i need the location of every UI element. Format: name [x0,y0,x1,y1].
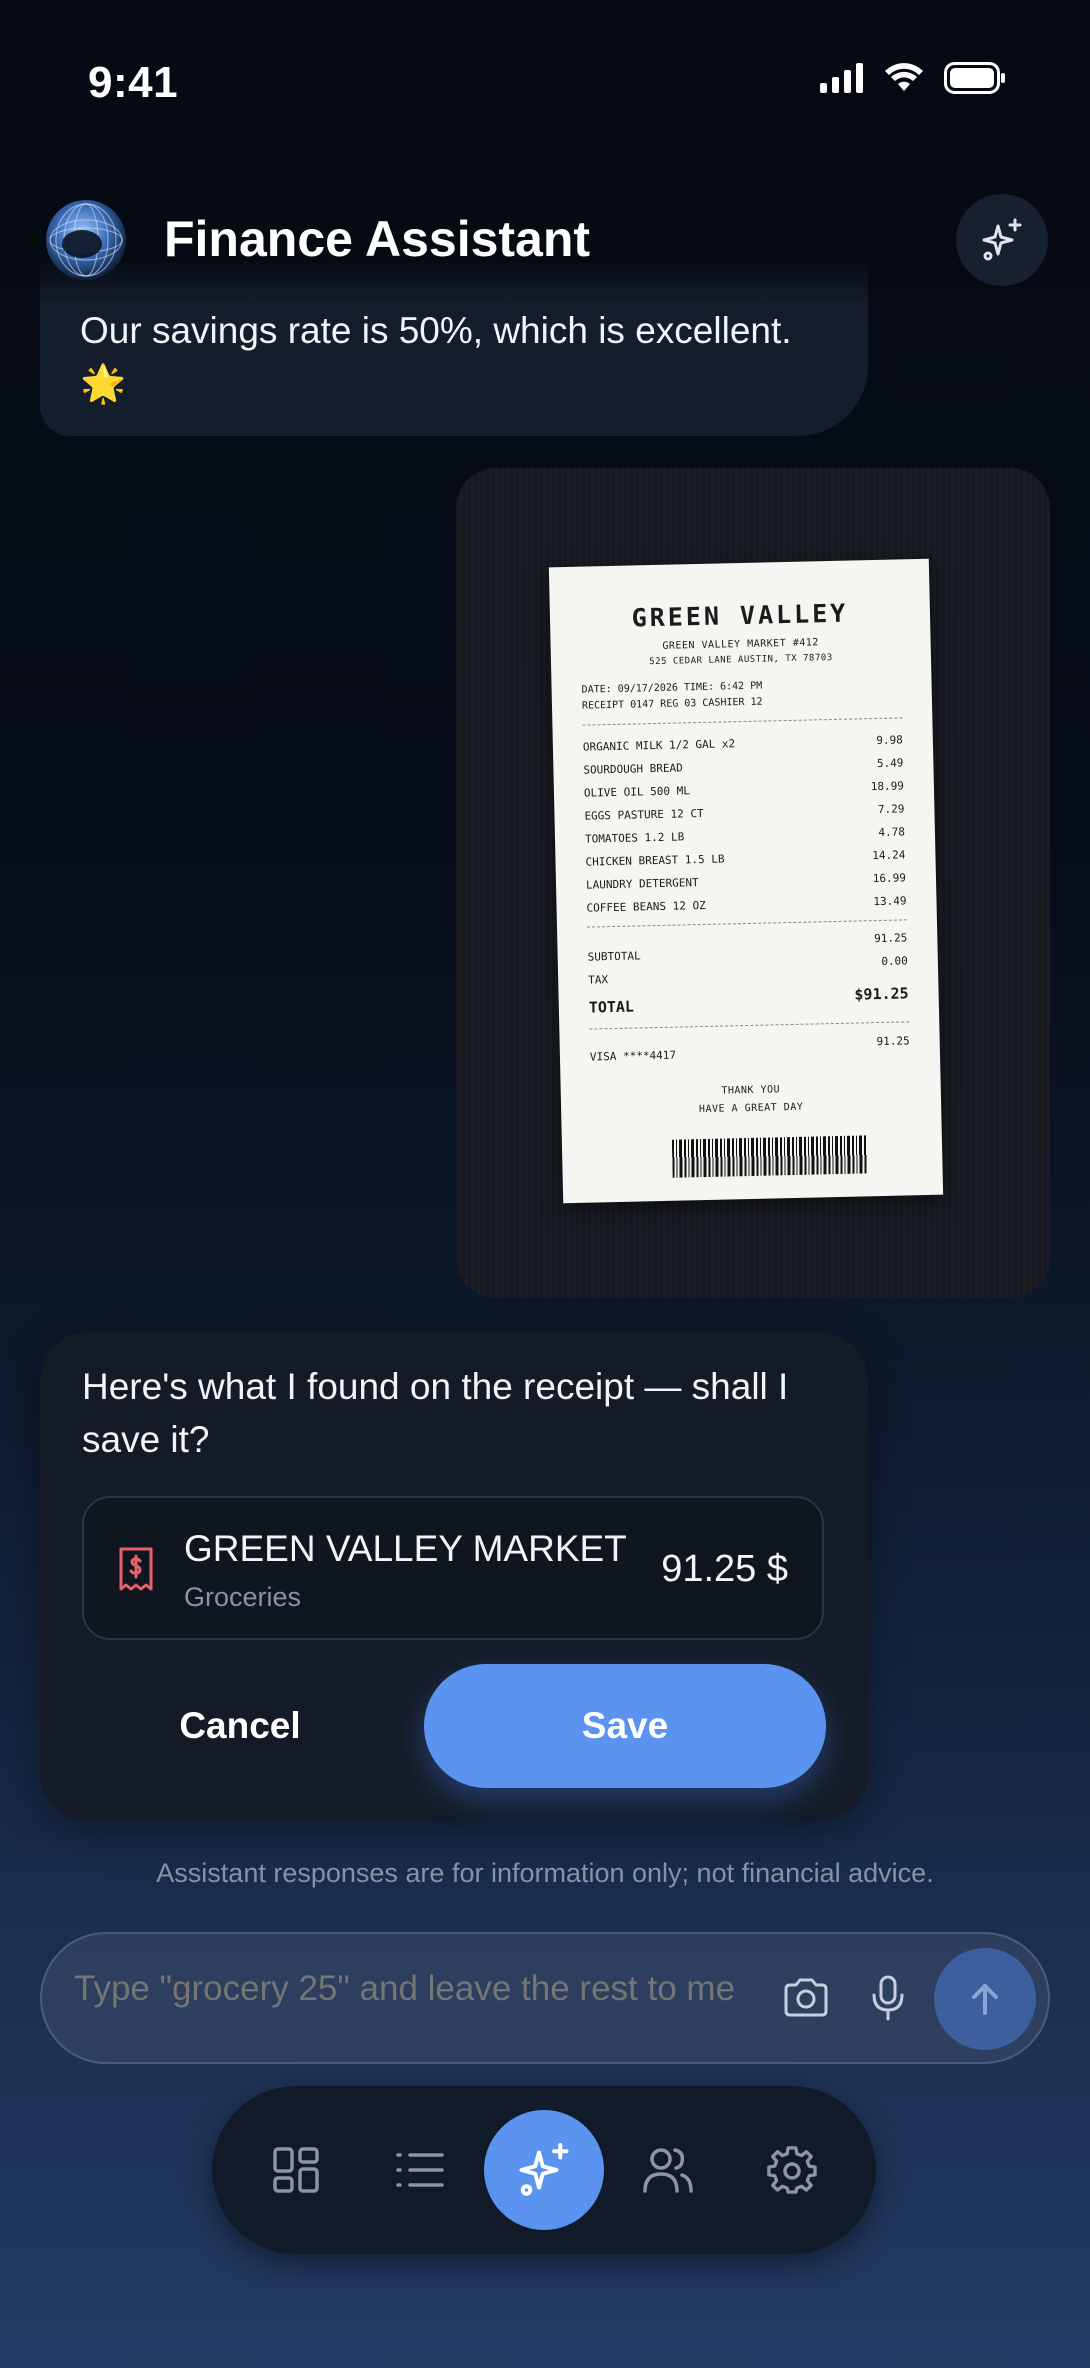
receipt-item-name: ORGANIC MILK 1/2 GAL x2 [582,737,736,754]
status-time: 9:41 [88,58,179,107]
assistant-avatar [46,200,126,280]
confirm-message-text: Here's what I found on the receipt — sha… [82,1366,789,1460]
tab-settings[interactable] [750,2128,834,2212]
disclaimer-text: Assistant responses are for information … [156,1858,934,1888]
receipt-photo: GREEN VALLEY GREEN VALLEY MARKET #412 52… [548,558,944,1204]
camera-button[interactable] [770,1962,842,2034]
receipt-thanks-2: HAVE A GREAT DAY [698,1101,804,1116]
tab-assistant[interactable] [484,2110,604,2230]
orb-icon [49,203,123,277]
receipt-item-price: 13.49 [873,894,907,909]
tab-dashboard[interactable] [254,2128,338,2212]
transaction-amount: 91.25 $ [661,1548,788,1590]
tab-transactions[interactable] [378,2128,462,2212]
receipt-item-name: EGGS PASTURE 12 CT [584,806,704,823]
people-icon [643,2148,693,2193]
new-chat-button[interactable] [956,194,1048,286]
receipt-tax-value: 0.00 [881,954,909,968]
receipt-dollar-icon [119,1547,153,1591]
transaction-card[interactable]: GREEN VALLEY MARKET Groceries 91.25 $ [82,1496,824,1640]
assistant-message-confirm: Here's what I found on the receipt — sha… [40,1332,868,1820]
receipt-item-name: OLIVE OIL 500 ML [583,784,691,800]
receipt-date: DATE: 09/17/2026 TIME: 6:42 PM [581,680,763,696]
receipt-item-price: 5.49 [876,756,904,770]
receipt-total-label: TOTAL [588,997,635,1017]
tab-people[interactable] [626,2128,710,2212]
receipt-divider [582,717,903,726]
wifi-icon [885,63,923,91]
transaction-category: Groceries [184,1582,302,1612]
receipt-item-name: COFFEE BEANS 12 OZ [586,898,706,915]
arrow-up-icon [972,1984,998,2015]
receipt-divider [586,919,907,928]
dashboard-icon [273,2147,319,2193]
microphone-icon [872,1975,904,2021]
receipt-item-name: TOMATOES 1.2 LB [584,830,685,846]
receipt-item-name: SOURDOUGH BREAD [583,761,683,777]
page-title: Finance Assistant [164,211,591,267]
receipt-address: 525 CEDAR LANE AUSTIN, TX 78703 [649,652,833,668]
receipt-barcode [671,1135,868,1178]
receipt-item-name: LAUNDRY DETERGENT [585,876,699,892]
receipt-total-value: $91.25 [854,984,909,1004]
gear-icon [767,2146,817,2194]
cancel-button[interactable]: Cancel [82,1664,398,1788]
battery-icon [944,62,1005,94]
receipt-store: GREEN VALLEY [631,598,849,633]
receipt-item-price: 9.98 [876,733,903,748]
receipt-item-price: 16.99 [872,871,907,886]
message-input[interactable] [72,1968,796,2010]
previous-message-text: Our savings rate is 50%, which is excell… [80,310,792,404]
receipt-item-price: 18.99 [870,779,905,794]
receipt-divider [589,1021,910,1030]
bottom-tab-bar [212,2086,876,2254]
message-composer [40,1932,1050,2064]
receipt-item-price: 14.24 [872,848,906,863]
signal-icon [820,63,863,93]
microphone-button[interactable] [852,1962,924,2034]
sparkle-icon [519,2143,569,2196]
receipt-item-price: 7.29 [877,802,905,816]
status-icons [820,62,1006,94]
receipt-number: RECEIPT 0147 REG 03 CASHIER 12 [581,696,763,712]
receipt-photo-message[interactable]: GREEN VALLEY GREEN VALLEY MARKET #412 52… [456,468,1050,1298]
list-icon [396,2153,444,2187]
sparkle-icon [982,218,1022,261]
receipt-subtotal-label: SUBTOTAL [587,949,641,964]
receipt-tax-label: TAX [588,973,609,987]
save-button[interactable]: Save [424,1664,826,1788]
receipt-payment-value: 91.25 [876,1034,910,1049]
transaction-merchant: GREEN VALLEY MARKET [184,1528,627,1569]
send-button[interactable] [934,1948,1036,2050]
receipt-item-price: 4.78 [878,825,906,839]
receipt-item-name: CHICKEN BREAST 1.5 LB [585,852,725,869]
receipt-payment-label: VISA ****4417 [589,1048,677,1064]
receipt-subtotal-value-top: 91.25 [874,931,908,946]
camera-icon [784,1978,828,2017]
receipt-thanks: THANK YOU [721,1084,781,1097]
